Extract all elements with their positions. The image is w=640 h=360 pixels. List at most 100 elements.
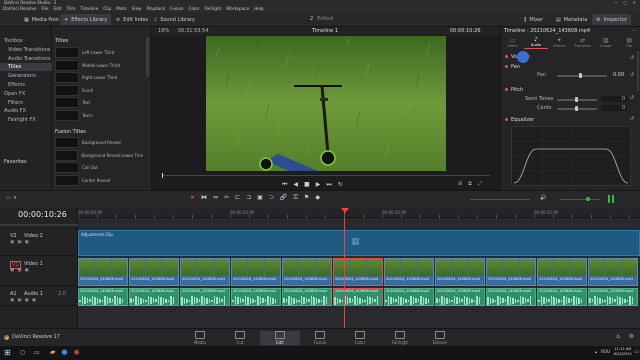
menu-clip[interactable]: Clip xyxy=(103,5,111,12)
video-clip[interactable]: 20210624_143608.mp4 xyxy=(282,258,332,286)
menu-help[interactable]: Help xyxy=(254,5,264,12)
windows-start-icon[interactable]: ⊞ xyxy=(4,348,11,357)
volume-reset-icon[interactable]: ↺ xyxy=(630,55,634,61)
auto-select-icon[interactable]: ▣ xyxy=(17,268,21,273)
pan-slider[interactable] xyxy=(557,75,607,77)
dynamic-trim-icon[interactable]: ⇔ xyxy=(213,194,218,202)
title-item[interactable]: Text xyxy=(55,97,143,108)
visibility-icon[interactable]: ▣ xyxy=(25,268,29,273)
play-reverse-icon[interactable]: ◀ xyxy=(293,181,298,189)
more-options-icon[interactable]: ⋯ xyxy=(632,28,637,34)
blade-tool-icon[interactable]: ✂ xyxy=(224,194,229,202)
file-explorer-icon[interactable]: ▰ xyxy=(50,348,55,356)
page-media[interactable]: Media xyxy=(180,331,220,345)
audio-clip[interactable]: 20210624_143608.mp4 xyxy=(333,288,383,306)
snapping-icon[interactable]: ⊃ xyxy=(269,194,274,202)
inspector-button[interactable]: ⚙ Inspector xyxy=(592,14,631,25)
title-item[interactable]: Middle Lower Third xyxy=(55,59,143,71)
page-edit[interactable]: Edit xyxy=(260,331,300,345)
timeline-tracks-area[interactable]: Adjustment Clip ▦ 20210624_143608.mp4 202… xyxy=(78,208,640,328)
video-clip[interactable]: 20210624_143608.mp4 xyxy=(129,258,179,286)
settings-icon[interactable]: ⚙ xyxy=(629,333,634,340)
loop-icon[interactable]: ↻ xyxy=(338,181,343,189)
audio-clip[interactable]: 20210624_143608.mp4 xyxy=(78,288,128,306)
semitones-slider-handle[interactable] xyxy=(575,97,578,102)
eq-reset-icon[interactable]: ↺ xyxy=(630,116,634,122)
visibility-icon[interactable]: ▣ xyxy=(25,240,29,245)
tab-file[interactable]: ▤ File xyxy=(618,35,640,49)
resolve-taskbar-icon[interactable]: ◉ xyxy=(74,348,80,356)
trim-tool-icon[interactable]: ⧓ xyxy=(201,194,207,202)
lock-icon[interactable]: ▣ xyxy=(10,268,14,273)
taskbar-search-icon[interactable]: ○ xyxy=(20,349,25,356)
timeline-options-icon[interactable]: ▾ xyxy=(14,195,17,203)
menu-playback[interactable]: Playback xyxy=(146,5,165,12)
audio-clip[interactable]: 20210624_143608.mp4 xyxy=(486,288,536,306)
category-filters[interactable]: Filters xyxy=(0,99,52,107)
eq-graph[interactable] xyxy=(511,126,631,186)
timeline-zoom-slider[interactable] xyxy=(470,199,530,200)
pitch-enable-dot[interactable] xyxy=(505,88,508,91)
category-effects[interactable]: Effects xyxy=(0,81,52,89)
title-item[interactable]: Left Lower Third xyxy=(55,47,143,58)
fullscreen-icon[interactable]: ⤢ xyxy=(478,181,482,187)
volume-enable-dot[interactable] xyxy=(505,55,508,58)
track-header-v2[interactable]: V2 Video 2 ▣ ▣ ▣ xyxy=(0,230,78,256)
audio-clip[interactable]: 20210624_143608.mp4 xyxy=(384,288,434,306)
cents-slider-handle[interactable] xyxy=(575,106,578,111)
eq-enable-dot[interactable] xyxy=(505,118,508,121)
inspector-scrollbar[interactable] xyxy=(637,51,639,91)
pan-enable-dot[interactable] xyxy=(505,65,508,68)
network-icon[interactable]: ▴ xyxy=(595,349,597,354)
overwrite-clip-icon[interactable]: ⊐ xyxy=(246,194,251,202)
tab-image[interactable]: ▨ Image xyxy=(594,35,617,49)
audio-clip[interactable]: 20210624_143608.mp4 xyxy=(180,288,230,306)
menu-file[interactable]: File xyxy=(41,5,48,12)
view-options-icon[interactable]: ▭ xyxy=(6,195,11,203)
menu-fairlight[interactable]: Fairlight xyxy=(205,5,222,12)
position-lock-icon[interactable]: ⚿ xyxy=(293,194,298,202)
in-out-icon[interactable]: ⧉ xyxy=(468,181,472,187)
skip-to-start-icon[interactable]: ⏮ xyxy=(282,181,287,189)
title-item[interactable]: Text+ xyxy=(55,109,143,121)
track-header-a1[interactable]: A1 Audio 1 2.0 ▣ ▣ ▣ ▣ xyxy=(0,288,78,306)
effects-library-button[interactable]: ✦ Effects Library xyxy=(60,14,112,25)
audio-clip[interactable]: 20210624_143608.mp4 xyxy=(231,288,281,306)
category-open-fx[interactable]: Open FX xyxy=(0,90,52,98)
page-deliver[interactable]: Deliver xyxy=(420,331,460,345)
pan-reset-icon[interactable]: ↺ xyxy=(630,72,634,78)
marker-icon[interactable]: ◆ xyxy=(315,194,320,202)
pan-slider-handle[interactable] xyxy=(579,73,582,78)
category-audio-transitions[interactable]: Audio Transitions xyxy=(0,55,52,63)
mute-icon[interactable]: ▣ xyxy=(25,298,29,303)
menu-color[interactable]: Color xyxy=(189,5,200,12)
video-clip[interactable]: 20210624_143608.mp4 xyxy=(78,258,128,286)
pitch-reset-icon[interactable]: ↺ xyxy=(630,95,634,101)
video-clip[interactable]: 20210624_143608.mp4 xyxy=(231,258,281,286)
track-header-v1[interactable]: V1 Video 1 ▣ ▣ ▣ xyxy=(0,258,78,286)
sync-icon[interactable]: ▣ xyxy=(17,298,21,303)
effects-scrollbar[interactable] xyxy=(146,37,149,77)
auto-select-icon[interactable]: ▣ xyxy=(17,240,21,245)
video-clip[interactable]: 20210624_143608.mp4 xyxy=(384,258,434,286)
clock[interactable]: 11:12 AM 6/24/2021 xyxy=(614,347,632,357)
semitones-field[interactable]: 0 xyxy=(601,96,627,102)
task-view-icon[interactable]: ▭ xyxy=(34,349,40,356)
category-fairlight-fx[interactable]: Fairlight FX xyxy=(0,116,52,124)
video-frame[interactable] xyxy=(206,36,446,171)
timeline-timecode[interactable]: 00:00:10:26 xyxy=(18,210,67,219)
tab-audio[interactable]: ♪ Audio xyxy=(524,35,548,49)
menu-trim[interactable]: Trim xyxy=(67,5,76,12)
scrubber-head[interactable] xyxy=(162,173,163,178)
playhead[interactable] xyxy=(344,208,345,328)
audio-clip[interactable]: 20210624_143608.mp4 xyxy=(435,288,485,306)
stop-icon[interactable]: ■ xyxy=(304,181,310,189)
title-item[interactable]: Scroll xyxy=(55,84,143,96)
audio-icon[interactable]: 🔊 xyxy=(540,195,546,201)
link-icon[interactable]: 🔗 xyxy=(280,194,287,202)
video-clip[interactable]: 20210624_143608.mp4 xyxy=(588,258,638,286)
flag-icon[interactable]: ⚑ xyxy=(304,194,309,202)
category-toolbox[interactable]: Toolbox xyxy=(0,37,52,45)
insert-clip-icon[interactable]: ⊏ xyxy=(235,194,240,202)
notification-icon[interactable]: ▭ xyxy=(634,349,639,355)
